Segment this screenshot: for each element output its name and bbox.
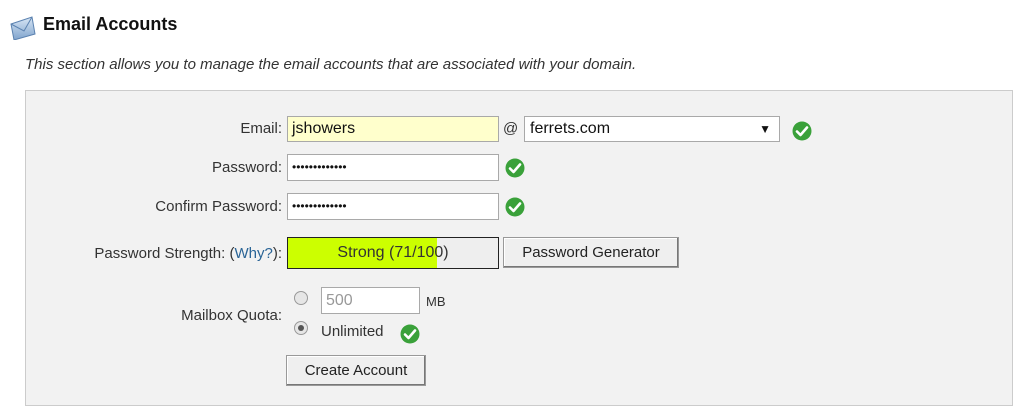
create-account-button[interactable]: Create Account <box>286 355 426 386</box>
password-generator-button[interactable]: Password Generator <box>503 237 679 268</box>
unlimited-label: Unlimited <box>321 323 384 340</box>
at-sign: @ <box>503 120 519 137</box>
domain-select[interactable]: ferrets.com ▼ <box>524 116 780 142</box>
quota-unit: MB <box>426 294 446 309</box>
quota-valid-check-icon <box>400 324 420 344</box>
quota-input[interactable]: 500 <box>321 287 420 314</box>
email-input-value: jshowers <box>292 120 356 137</box>
strength-label-prefix: Password Strength: ( <box>94 245 235 262</box>
password-valid-check-icon <box>505 158 525 178</box>
confirm-password-label: Confirm Password: <box>155 198 282 215</box>
quota-unlimited-radio[interactable] <box>294 321 308 335</box>
domain-select-value: ferrets.com <box>530 120 611 137</box>
confirm-password-input-value: ••••••••••••• <box>292 199 347 213</box>
why-link[interactable]: Why? <box>234 245 272 262</box>
password-strength-label: Password Strength: (Why?): <box>94 245 282 262</box>
password-input[interactable]: ••••••••••••• <box>287 154 499 181</box>
strength-meter-text: Strong (71/100) <box>337 244 449 261</box>
password-input-value: ••••••••••••• <box>292 160 347 174</box>
mail-icon <box>10 14 36 41</box>
quota-limited-radio[interactable] <box>294 291 308 305</box>
email-label: Email: <box>240 120 282 137</box>
email-input[interactable]: jshowers <box>287 116 499 142</box>
mailbox-quota-label: Mailbox Quota: <box>181 307 282 324</box>
password-label: Password: <box>211 159 282 176</box>
strength-label-suffix: ): <box>272 245 282 262</box>
radio-selected-dot <box>298 325 304 331</box>
email-valid-check-icon <box>792 121 812 141</box>
password-strength-meter: Strong (71/100) <box>287 237 499 269</box>
quota-input-value: 500 <box>326 292 353 309</box>
page-description: This section allows you to manage the em… <box>25 56 637 73</box>
dropdown-arrow-icon: ▼ <box>759 122 771 136</box>
page-title: Email Accounts <box>43 14 178 34</box>
confirm-password-input[interactable]: ••••••••••••• <box>287 193 499 220</box>
confirm-valid-check-icon <box>505 197 525 217</box>
